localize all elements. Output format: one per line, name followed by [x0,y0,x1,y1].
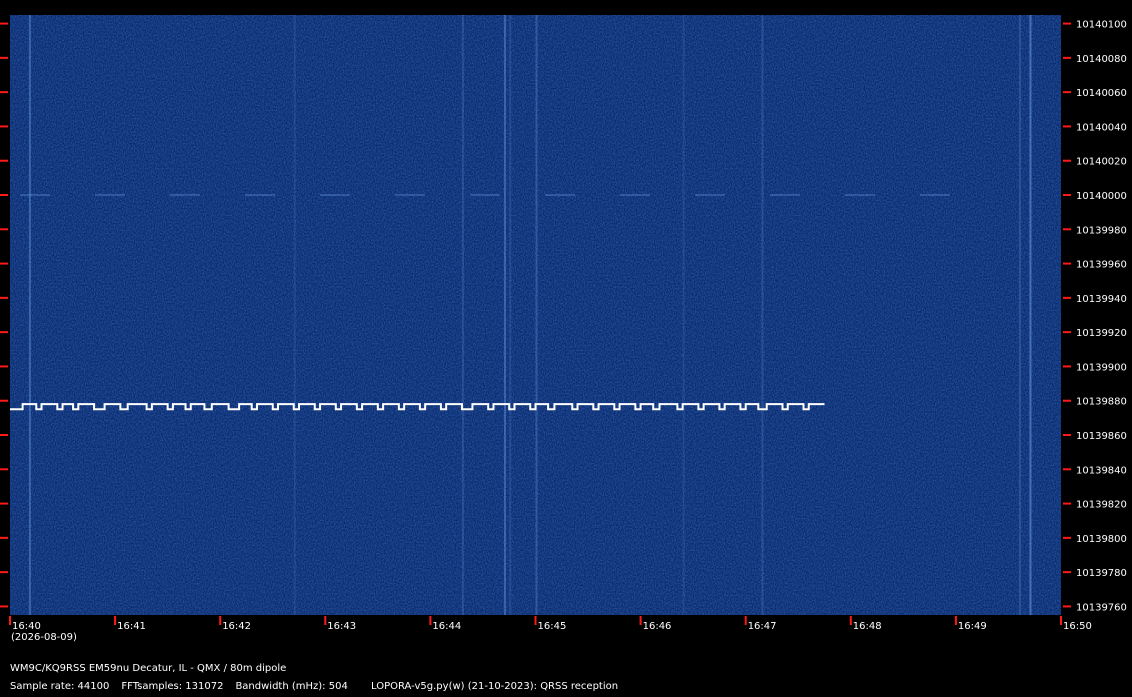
y-tick-label: 10140020 [1076,157,1127,168]
y-tick-label: 10139960 [1076,260,1127,271]
y-tick-label: 10139940 [1076,294,1127,305]
x-tick-label: 16:44 [432,621,461,632]
station-info: WM9C/KQ9RSS EM59nu Decatur, IL - QMX / 8… [10,663,287,674]
interference-streak [761,15,764,615]
y-tick-label: 10139980 [1076,225,1127,236]
sample-rate: Sample rate: 44100 [10,681,110,692]
interference-streak [293,15,296,615]
x-tick-label: 16:41 [117,621,146,632]
software-info: LOPORA-v5g.py(w) (21-10-2023): QRSS rece… [371,681,619,692]
x-axis: 16:40 16:41 16:42 16:43 16:44 16:45 16:46 16:47… [9,616,1092,632]
interference-streak [28,15,31,615]
x-tick-label: 16:46 [643,621,672,632]
fft-samples: FFTsamples: 131072 [121,681,224,692]
x-tick-label: 16:48 [853,621,882,632]
spectrogram: 10140100 10140080 10140060 10140040 10140020… [0,15,1127,643]
y-tick-label: 10140060 [1076,88,1127,99]
y-tick-label: 10139920 [1076,328,1127,339]
x-tick-label: 16:50 [1063,621,1092,632]
x-tick-label: 16:45 [538,621,567,632]
bandwidth: Bandwidth (mHz): 504 [235,681,348,692]
interference-streak [1018,15,1021,615]
y-tick-label: 10140040 [1076,122,1127,133]
x-tick-label: 16:49 [958,621,987,632]
y-tick-label: 10139860 [1076,431,1127,442]
interference-streak [503,15,506,615]
x-tick-label: 16:43 [327,621,356,632]
y-tick-label: 10139780 [1076,568,1127,579]
capture-settings: Sample rate: 44100 FFTsamples: 131072 Band… [10,681,360,692]
x-tick-label: 16:47 [748,621,777,632]
y-tick-label: 10139800 [1076,534,1127,545]
y-tick-label: 10139880 [1076,397,1127,408]
x-tick-label: 16:40 [12,621,41,632]
interference-streak [1029,15,1032,615]
interference-streak [682,15,685,615]
y-tick-label: 10140080 [1076,54,1127,65]
y-tick-label: 10139900 [1076,362,1127,373]
date-label: (2026-08-09) [11,632,77,643]
y-tick-label: 10139820 [1076,500,1127,511]
interference-streak [535,15,538,615]
y-tick-label: 10140000 [1076,191,1127,202]
y-tick-label: 10139840 [1076,465,1127,476]
interference-streak [461,15,464,615]
y-tick-label: 10139760 [1076,602,1127,613]
y-tick-label: 10140100 [1076,20,1127,31]
x-tick-label: 16:42 [222,621,251,632]
interference-streak [509,15,512,615]
